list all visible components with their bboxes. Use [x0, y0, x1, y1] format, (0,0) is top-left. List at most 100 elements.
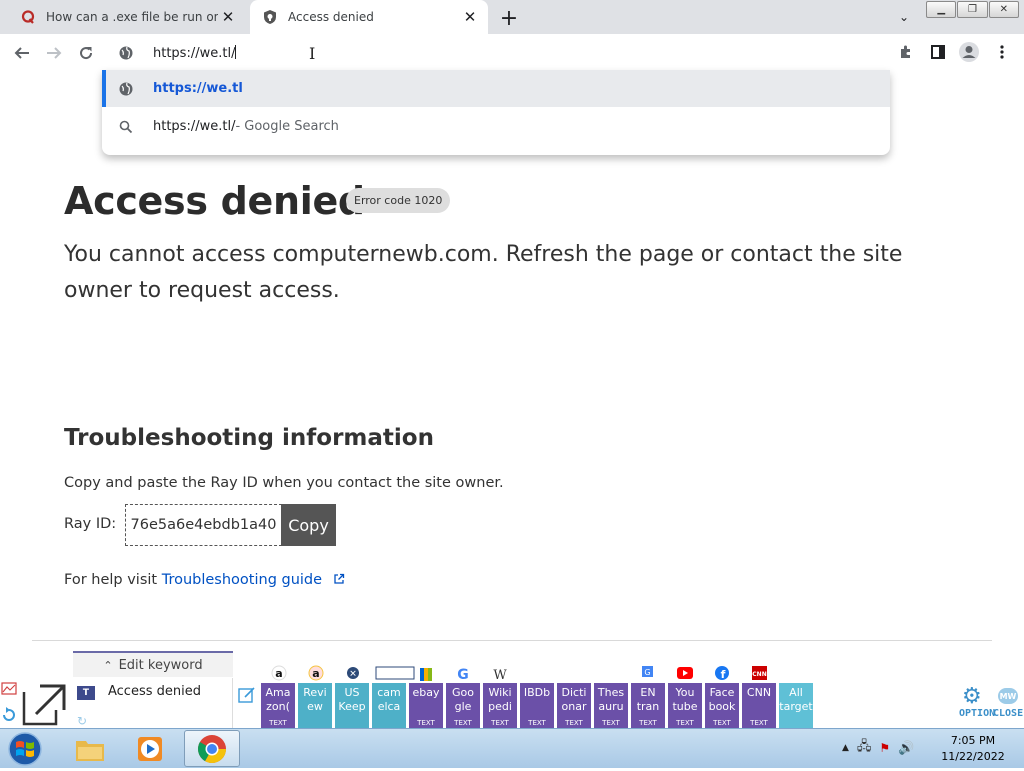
- shortcut-button[interactable]: You tube TEXT: [668, 683, 702, 728]
- shortcut-button-label: IBDb: [523, 686, 551, 699]
- shortcut-button[interactable]: cam elca: [372, 683, 406, 728]
- shortcut-button[interactable]: All target: [779, 683, 813, 728]
- amazon-icon: a: [271, 665, 287, 681]
- shortcut-button-type: TEXT: [417, 719, 435, 727]
- tab-quora[interactable]: How can a .exe file be run online ✕: [8, 0, 246, 34]
- shortcut-button-label: Revi ew: [303, 686, 327, 713]
- expand-window-icon: [22, 684, 66, 726]
- shortcut-button[interactable]: Revi ew: [298, 683, 332, 728]
- current-keyword: Access denied: [108, 684, 201, 699]
- facebook-icon: f: [715, 666, 729, 681]
- close-tab-icon[interactable]: ✕: [460, 7, 480, 27]
- cloudflare-shield-icon: [262, 9, 278, 25]
- svg-text:a: a: [275, 667, 282, 680]
- shortcut-button-type: TEXT: [639, 719, 657, 727]
- suggestion-search-text: https://we.tl/: [153, 119, 236, 134]
- text-cursor-icon: I: [309, 44, 316, 63]
- youtube-icon: [677, 667, 693, 679]
- shortcut-button-label: Face book: [708, 686, 736, 713]
- troubleshooting-guide-link[interactable]: Troubleshooting guide: [162, 572, 322, 588]
- profile-avatar-icon[interactable]: [957, 40, 981, 64]
- shortcut-button[interactable]: ebay TEXT: [409, 683, 443, 728]
- tab-search-chevron-icon[interactable]: ⌄: [893, 8, 915, 26]
- extensions-puzzle-icon[interactable]: [894, 40, 918, 64]
- file-explorer-icon[interactable]: [62, 730, 118, 767]
- shortcut-button[interactable]: Ama zon( TEXT: [261, 683, 295, 728]
- help-prefix: For help visit: [64, 572, 162, 588]
- shortcut-button-type: TEXT: [269, 719, 287, 727]
- network-icon[interactable]: 🖧: [857, 737, 872, 759]
- close-tab-icon[interactable]: ✕: [218, 7, 238, 27]
- shortcut-button-label: Goo gle: [452, 686, 474, 713]
- ray-id-value[interactable]: 76e5a6e4ebdb1a40: [125, 504, 282, 546]
- volume-icon[interactable]: 🔊: [898, 741, 914, 756]
- shortcut-button-type: TEXT: [676, 719, 694, 727]
- restore-icon[interactable]: ❐: [957, 1, 988, 18]
- edit-keyword-label: Edit keyword: [118, 658, 203, 673]
- shortcut-button[interactable]: Dicti onar TEXT: [557, 683, 591, 728]
- search-icon: [118, 119, 134, 135]
- globe-icon: [118, 81, 134, 97]
- option-button[interactable]: OPTION: [959, 708, 995, 719]
- close-window-icon[interactable]: ✕: [988, 1, 1019, 18]
- suggestion-url[interactable]: https://we.tl: [102, 70, 890, 107]
- media-player-icon[interactable]: [122, 730, 178, 767]
- minimize-icon[interactable]: ▁: [926, 1, 957, 18]
- access-denied-message: You cannot access computernewb.com. Refr…: [64, 242, 903, 303]
- current-keyword-box[interactable]: T Access denied ↻: [73, 678, 233, 728]
- new-tab-button[interactable]: +: [496, 5, 522, 31]
- suggestion-search[interactable]: https://we.tl/ - Google Search: [102, 108, 890, 145]
- back-arrow-icon[interactable]: [9, 40, 35, 66]
- reload-icon[interactable]: [73, 40, 99, 66]
- close-toolbar-button[interactable]: CLOSE: [993, 708, 1023, 719]
- copy-button[interactable]: Copy: [281, 504, 336, 546]
- google-icon: G: [457, 667, 469, 683]
- image-icon: [1, 682, 17, 695]
- edit-keyword-tab[interactable]: ⌃ Edit keyword: [73, 651, 233, 678]
- omnibox-suggestions: https://we.tl https://we.tl/ - Google Se…: [102, 70, 890, 155]
- shortcut-button-label: Wiki pedi: [488, 686, 512, 713]
- globe-icon: [118, 45, 134, 61]
- chrome-taskbar-icon[interactable]: [184, 730, 240, 767]
- shortcut-buttons: Ama zon( TEXT Revi ew US Keep cam elca ebay TE…: [261, 683, 816, 728]
- shortcut-button-type: TEXT: [565, 719, 583, 727]
- external-link-icon[interactable]: [333, 573, 345, 589]
- svg-text:✕: ✕: [349, 670, 357, 680]
- edit-pencil-icon[interactable]: [238, 686, 256, 704]
- taskbar-clock[interactable]: 7:05 PM 11/22/2022: [938, 733, 1008, 765]
- shortcut-button[interactable]: CNN TEXT: [742, 683, 776, 728]
- windows-start-icon[interactable]: [6, 731, 44, 767]
- shortcut-button[interactable]: US Keep: [335, 683, 369, 728]
- menu-kebab-icon[interactable]: [990, 40, 1014, 64]
- svg-text:G: G: [644, 668, 650, 677]
- clock-time: 7:05 PM: [950, 734, 996, 747]
- gear-icon[interactable]: ⚙: [962, 684, 982, 709]
- shortcut-button[interactable]: Thes auru TEXT: [594, 683, 628, 728]
- shortcut-button[interactable]: Wiki pedi TEXT: [483, 683, 517, 728]
- side-panel-icon[interactable]: [926, 40, 950, 64]
- shortcut-button[interactable]: IBDb TEXT: [520, 683, 554, 728]
- address-bar[interactable]: https://we.tl/: [102, 36, 890, 70]
- page-content: Access denied Error code 1020 You cannot…: [0, 71, 1024, 677]
- toolbar-side-icons: [0, 680, 72, 728]
- shortcut-button-label: Ama zon(: [265, 686, 291, 713]
- window-controls: ▁ ❐ ✕: [926, 1, 1020, 18]
- forward-arrow-icon[interactable]: [41, 40, 67, 66]
- shortcut-button[interactable]: Goo gle TEXT: [446, 683, 480, 728]
- shortcut-button-label: CNN: [746, 686, 772, 699]
- shortcut-button[interactable]: Face book TEXT: [705, 683, 739, 728]
- show-hidden-icons-icon[interactable]: ▲: [842, 743, 849, 753]
- address-input[interactable]: https://we.tl/: [153, 45, 237, 61]
- flag-alert-icon[interactable]: ⚑: [879, 741, 890, 755]
- svg-text:W: W: [493, 668, 507, 682]
- tab-title: Access denied: [288, 10, 374, 24]
- shortcut-button-type: TEXT: [491, 719, 509, 727]
- shortcut-button[interactable]: EN tran TEXT: [631, 683, 665, 728]
- amazon-review-icon: a: [308, 665, 324, 681]
- shortcut-button-label: EN tran: [636, 686, 660, 713]
- shortcut-button-label: All target: [779, 686, 813, 713]
- text-tag-icon: T: [77, 686, 95, 700]
- copy-instructions: Copy and paste the Ray ID when you conta…: [64, 475, 504, 491]
- tab-access-denied[interactable]: Access denied ✕: [250, 0, 488, 34]
- shortcut-button-label: Dicti onar: [561, 686, 587, 713]
